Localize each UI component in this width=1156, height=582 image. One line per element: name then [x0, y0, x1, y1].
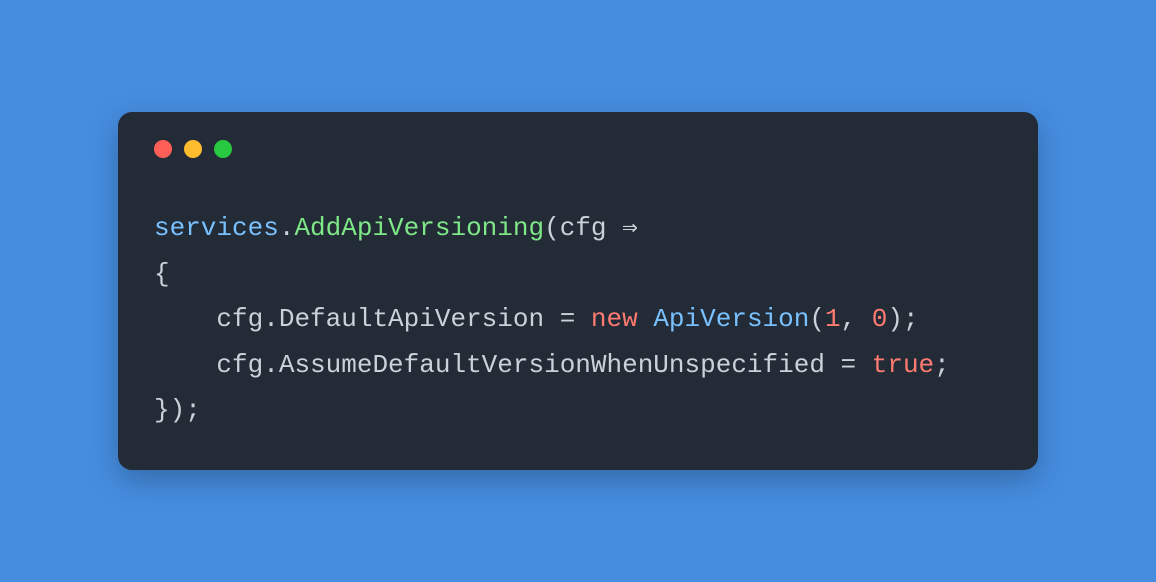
- code-token-punct: =: [825, 350, 872, 380]
- code-window: services.AddApiVersioning(cfg ⇒ { cfg.De…: [118, 112, 1038, 470]
- code-token-type: ApiVersion: [653, 304, 809, 334]
- code-token-object: services: [154, 213, 279, 243]
- code-token-punct: =: [544, 304, 591, 334]
- code-indent: [154, 304, 216, 334]
- code-token-param: cfg: [216, 304, 263, 334]
- maximize-icon[interactable]: [214, 140, 232, 158]
- minimize-icon[interactable]: [184, 140, 202, 158]
- code-token-punct: .: [279, 213, 295, 243]
- code-token-punct: }: [154, 395, 170, 425]
- code-token-punct: ): [170, 395, 186, 425]
- code-token-number: 0: [872, 304, 888, 334]
- window-titlebar: [154, 140, 1002, 158]
- code-token-punct: (: [809, 304, 825, 334]
- code-token-number: 1: [825, 304, 841, 334]
- code-token-punct: .: [263, 350, 279, 380]
- code-token-punct: {: [154, 259, 170, 289]
- close-icon[interactable]: [154, 140, 172, 158]
- code-token-prop: DefaultApiVersion: [279, 304, 544, 334]
- code-token-punct: ;: [903, 304, 919, 334]
- code-token-param: cfg: [216, 350, 263, 380]
- code-token-param: cfg: [560, 213, 607, 243]
- code-token-keyword: new: [591, 304, 638, 334]
- code-token-punct: (: [544, 213, 560, 243]
- code-block: services.AddApiVersioning(cfg ⇒ { cfg.De…: [154, 206, 1002, 434]
- code-token-arrow: ⇒: [607, 213, 638, 243]
- code-token-method: AddApiVersioning: [294, 213, 544, 243]
- code-token-boolean: true: [872, 350, 934, 380]
- code-token-punct: ,: [841, 304, 872, 334]
- code-indent: [154, 350, 216, 380]
- code-token-prop: AssumeDefaultVersionWhenUnspecified: [279, 350, 825, 380]
- code-token-punct: ;: [934, 350, 950, 380]
- code-token-punct: ): [887, 304, 903, 334]
- code-token-punct: .: [263, 304, 279, 334]
- code-token-punct: [638, 304, 654, 334]
- code-token-punct: ;: [185, 395, 201, 425]
